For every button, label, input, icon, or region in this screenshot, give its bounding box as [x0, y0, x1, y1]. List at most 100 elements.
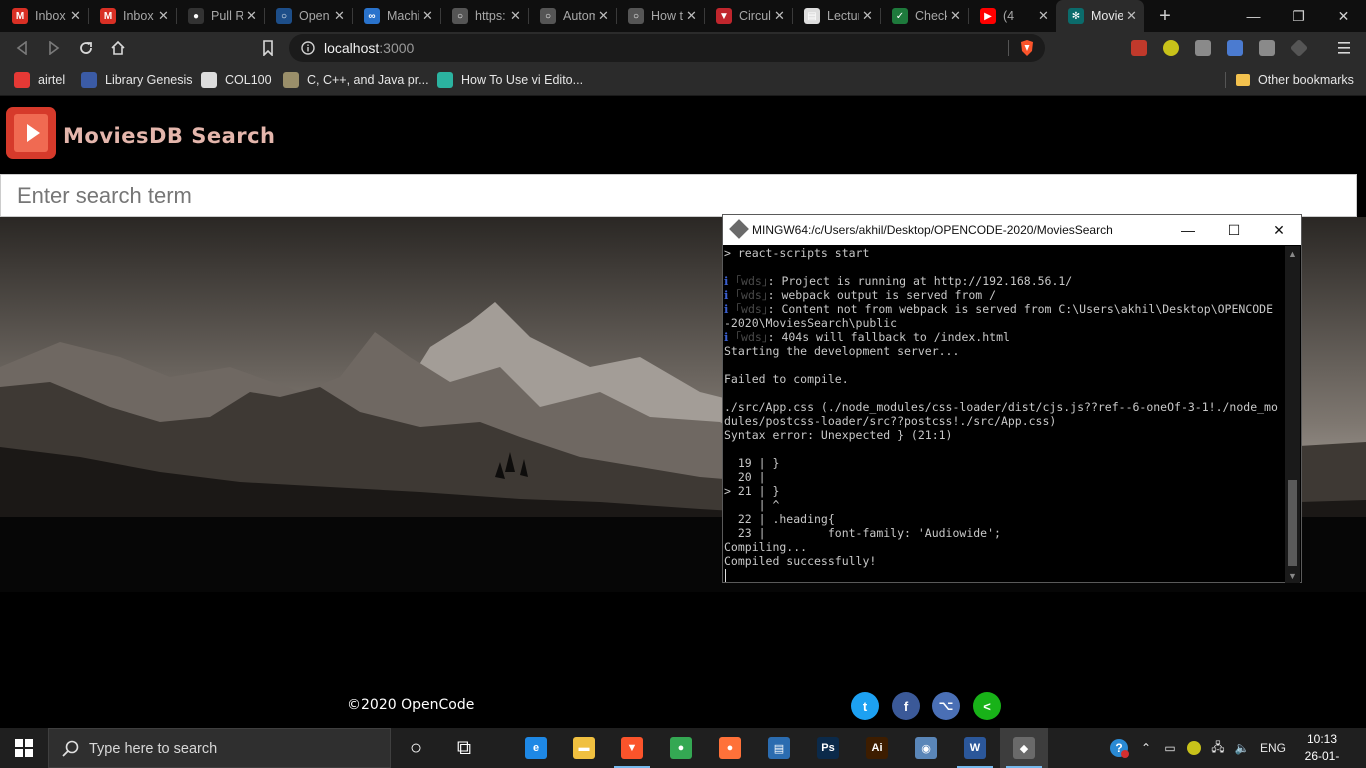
browser-tab[interactable]: M Inbox ✕ [0, 0, 88, 32]
terminal-minimize-button[interactable]: — [1165, 215, 1211, 245]
info-icon[interactable] [301, 41, 315, 55]
pdf-extension-icon[interactable] [1131, 40, 1147, 56]
browser-tab[interactable]: ● Pull R ✕ [176, 0, 264, 32]
movie-logo-icon[interactable] [6, 107, 56, 159]
bookmark-item[interactable]: How To Use vi Edito... [437, 72, 583, 88]
tab-close-icon[interactable]: ✕ [70, 8, 82, 24]
search-input[interactable] [0, 174, 1357, 217]
reload-button[interactable] [74, 36, 98, 60]
translate-extension-icon[interactable] [1227, 40, 1243, 56]
tab-close-icon[interactable]: ✕ [1038, 8, 1050, 24]
tab-close-icon[interactable]: ✕ [686, 8, 698, 24]
taskbar-app-button[interactable]: W [951, 728, 999, 768]
browser-tab[interactable]: ∞ Machi ✕ [352, 0, 440, 32]
diamond-extension-icon[interactable] [1289, 38, 1309, 58]
taskbar-app-button[interactable]: ⧉ [440, 728, 488, 768]
network-icon[interactable]: 🖧 [1208, 728, 1228, 768]
bookmark-item[interactable]: airtel [14, 72, 65, 88]
taskbar-app-button[interactable]: Ps [804, 728, 852, 768]
browser-tab[interactable]: ○ Open ✕ [264, 0, 352, 32]
battery-icon[interactable]: ▭ [1160, 728, 1180, 768]
terminal-close-button[interactable]: ✕ [1256, 215, 1302, 245]
browser-tab[interactable]: ○ https: ✕ [440, 0, 528, 32]
scroll-up-icon[interactable]: ▲ [1285, 246, 1300, 261]
bookmark-item[interactable]: C, C++, and Java pr... [283, 72, 429, 88]
taskbar-app-button[interactable]: ○ [392, 728, 440, 768]
restore-button[interactable]: ❐ [1276, 0, 1321, 32]
share-icon[interactable]: < [973, 692, 1001, 720]
taskbar-app-button[interactable]: ● [706, 728, 754, 768]
forward-arrow-icon [49, 41, 60, 55]
volume-icon[interactable]: 🔈 [1232, 728, 1252, 768]
taskbar-search-box[interactable]: Type here to search [48, 728, 391, 768]
terminal-output[interactable]: > react-scripts start ℹ ｢wds｣: Project is… [724, 246, 1286, 583]
globe-icon: ○ [540, 8, 556, 24]
tab-close-icon[interactable]: ✕ [862, 8, 874, 24]
browser-tab[interactable]: ▤ Lectur ✕ [792, 0, 880, 32]
brave-shield-icon[interactable] [1019, 39, 1035, 57]
tab-close-icon[interactable]: ✕ [950, 8, 962, 24]
taskbar-app-button[interactable]: ▬ [560, 728, 608, 768]
yellow-tray-icon[interactable] [1184, 728, 1204, 768]
tab-close-icon[interactable]: ✕ [158, 8, 170, 24]
browser-tab[interactable]: ○ Autom ✕ [528, 0, 616, 32]
home-button[interactable] [106, 36, 130, 60]
terminal-line: 22 | .heading{ [724, 512, 835, 526]
taskbar-app-button[interactable]: ◆ [1000, 728, 1048, 768]
scrollbar-thumb[interactable] [1288, 480, 1297, 566]
shield-extension-icon[interactable] [1195, 40, 1211, 56]
terminal-scrollbar[interactable]: ▲ ▼ [1285, 246, 1300, 583]
tab-title: Lectur [827, 9, 859, 23]
tab-close-icon[interactable]: ✕ [246, 8, 258, 24]
doc-icon: ▤ [804, 8, 820, 24]
browser-tab[interactable]: M Inbox ✕ [88, 0, 176, 32]
menu-button[interactable] [1332, 36, 1356, 60]
taskbar-app-button[interactable]: e [512, 728, 560, 768]
twitter-icon[interactable]: t [851, 692, 879, 720]
yellow-extension-icon[interactable] [1163, 40, 1179, 56]
back-arrow-icon [16, 41, 27, 55]
git-bash-terminal-window[interactable]: MINGW64:/c/Users/akhil/Desktop/OPENCODE-… [722, 214, 1302, 583]
scroll-down-icon[interactable]: ▼ [1285, 568, 1300, 583]
taskbar-app-button[interactable]: Ai [853, 728, 901, 768]
start-button[interactable] [0, 728, 48, 768]
clock[interactable]: 10:13 26-01-2020 [1292, 731, 1352, 768]
show-hidden-icons-chevron[interactable]: ⌃ [1138, 728, 1154, 768]
minimize-button[interactable]: — [1231, 0, 1276, 32]
back-button[interactable] [10, 36, 34, 60]
browser-tab[interactable]: ✓ Check ✕ [880, 0, 968, 32]
browser-tab[interactable]: ✻ Movie ✕ [1056, 0, 1144, 32]
tab-close-icon[interactable]: ✕ [510, 8, 522, 24]
bookmark-button[interactable] [256, 36, 280, 60]
tab-close-icon[interactable]: ✕ [598, 8, 610, 24]
close-button[interactable]: ✕ [1321, 0, 1366, 32]
taskbar-app-button[interactable]: ● [657, 728, 705, 768]
terminal-title-bar[interactable]: MINGW64:/c/Users/akhil/Desktop/OPENCODE-… [723, 215, 1301, 245]
copy-extension-icon[interactable] [1259, 40, 1275, 56]
bookmark-label: airtel [38, 73, 66, 87]
browser-tab[interactable]: ○ How t ✕ [616, 0, 704, 32]
terminal-maximize-button[interactable]: ☐ [1211, 215, 1257, 245]
bookmark-item[interactable]: COL100 [201, 72, 272, 88]
github-icon[interactable]: ⌥ [932, 692, 960, 720]
bookmark-item[interactable]: Library Genesis [81, 72, 193, 88]
bookmark-label: Library Genesis [105, 73, 193, 87]
facebook-icon[interactable]: f [892, 692, 920, 720]
taskbar-app-button[interactable]: ◉ [902, 728, 950, 768]
terminal-line: dules/postcss-loader/src??postcss!./src/… [724, 414, 1057, 428]
app-title[interactable]: MoviesDB Search [63, 124, 276, 148]
forward-button[interactable] [42, 36, 66, 60]
tab-close-icon[interactable]: ✕ [774, 8, 786, 24]
new-tab-button[interactable]: + [1150, 0, 1180, 32]
tab-close-icon[interactable]: ✕ [422, 8, 434, 24]
browser-tab[interactable]: ▶ (4 ✕ [968, 0, 1056, 32]
browser-tab[interactable]: ▼ Circula✕ [704, 0, 792, 32]
tab-close-icon[interactable]: ✕ [1126, 8, 1138, 24]
help-icon[interactable]: ? [1106, 728, 1132, 768]
taskbar-app-button[interactable]: ▼ [608, 728, 656, 768]
language-indicator[interactable]: ENG [1258, 728, 1288, 768]
taskbar-app-button[interactable]: ▤ [755, 728, 803, 768]
tab-close-icon[interactable]: ✕ [334, 8, 346, 24]
address-bar[interactable]: localhost:3000 [289, 34, 1045, 62]
other-bookmarks[interactable]: Other bookmarks [1236, 72, 1354, 88]
